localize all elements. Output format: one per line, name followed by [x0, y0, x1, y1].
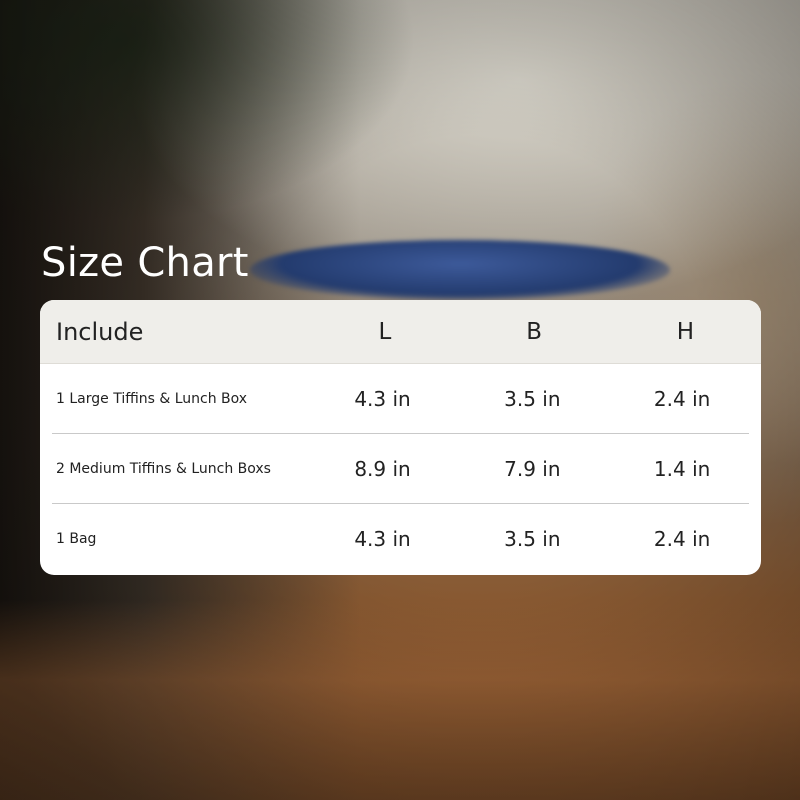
size-chart-title: Size Chart	[41, 240, 249, 286]
header-include: Include	[56, 317, 144, 346]
row-include: 1 Bag	[56, 531, 97, 547]
header-height: H	[676, 318, 695, 345]
table-row: 2 Medium Tiffins & Lunch Boxs 8.9 in 7.9…	[52, 434, 749, 504]
row-include: 1 Large Tiffins & Lunch Box	[56, 390, 248, 407]
row-breadth: 3.5 in	[504, 527, 561, 551]
row-length: 4.3 in	[354, 527, 411, 551]
row-height: 2.4 in	[653, 527, 711, 551]
header-breadth: B	[526, 318, 543, 345]
row-include: 2 Medium Tiffins & Lunch Boxs	[56, 460, 271, 477]
header-length: L	[378, 318, 392, 345]
table-row: 1 Bag 4.3 in 3.5 in 2.4 in	[52, 504, 749, 574]
row-height: 1.4 in	[653, 456, 711, 481]
table-header-row: Include L B H	[40, 300, 761, 364]
row-length: 8.9 in	[354, 456, 411, 481]
row-height: 2.4 in	[653, 386, 711, 411]
row-length: 4.3 in	[354, 386, 411, 411]
row-breadth: 3.5 in	[504, 386, 561, 411]
table-row: 1 Large Tiffins & Lunch Box 4.3 in 3.5 i…	[52, 364, 749, 434]
size-chart-table: Include L B H 1 Large Tiffins & Lunch Bo…	[40, 300, 761, 575]
row-breadth: 7.9 in	[504, 456, 561, 481]
